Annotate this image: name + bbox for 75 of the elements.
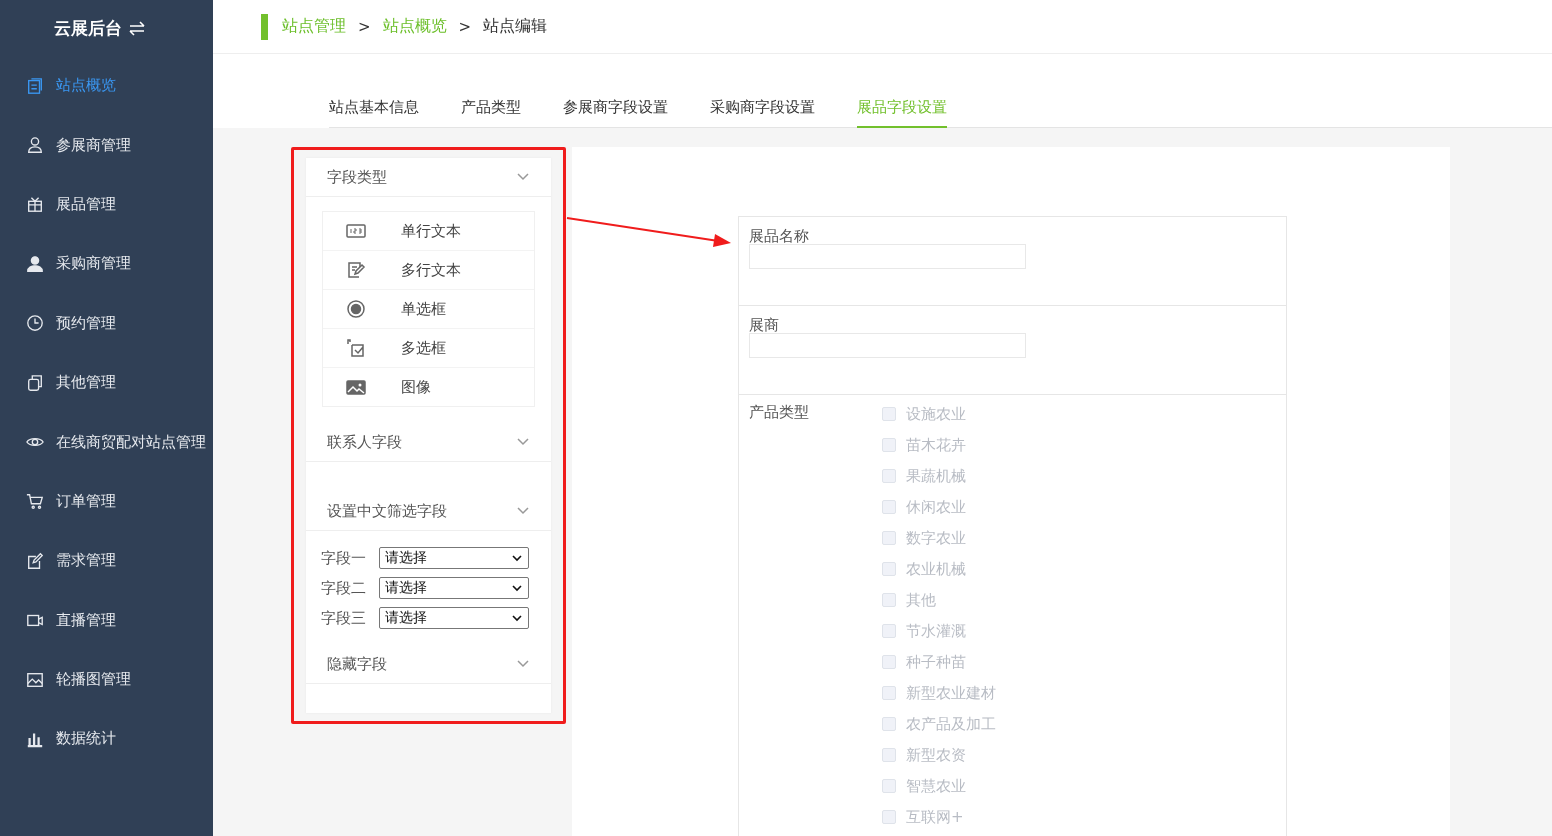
sidebar-item[interactable]: 直播管理	[0, 590, 213, 650]
breadcrumb-separator: >	[358, 17, 371, 36]
select-field[interactable]: 请选择	[379, 607, 529, 629]
cart-icon	[26, 492, 44, 511]
checkbox-label: 智慧农业	[906, 776, 966, 796]
accent-bar	[261, 13, 268, 40]
person-icon	[26, 254, 44, 273]
caret-icon	[512, 614, 522, 622]
field-type-item[interactable]: 单行文本	[323, 212, 534, 251]
tab[interactable]: 采购商字段设置	[710, 98, 815, 128]
checkbox-label: 其他	[906, 590, 936, 610]
filter-label: 字段一	[321, 548, 366, 568]
section-header[interactable]: 设置中文筛选字段	[306, 492, 551, 531]
chevron-down-icon	[517, 660, 529, 668]
tab[interactable]: 产品类型	[461, 98, 521, 128]
radio-icon	[345, 299, 367, 319]
person-icon	[26, 136, 44, 155]
section-header[interactable]: 字段类型	[306, 158, 551, 197]
sidebar-item[interactable]: 采购商管理	[0, 234, 213, 294]
select-field[interactable]: 请选择	[379, 577, 529, 599]
chevron-down-icon	[517, 507, 529, 515]
filter-label: 字段二	[321, 578, 366, 598]
chevron-down-icon	[517, 438, 529, 446]
sidebar-item[interactable]: 在线商贸配对站点管理	[0, 412, 213, 472]
checkbox-label: 节水灌溉	[906, 621, 966, 641]
sidebar-item[interactable]: 参展商管理	[0, 115, 213, 175]
checkbox-label: 新型农业建材	[906, 683, 996, 703]
app-title: 云展后台	[53, 16, 122, 40]
switch-arrows-icon[interactable]	[127, 20, 146, 36]
number-field-icon	[345, 221, 367, 241]
field-label: 展品名称	[749, 227, 810, 246]
checkbox-label: 种子种苗	[906, 652, 966, 672]
picture-icon	[26, 670, 44, 689]
field-type-item[interactable]: 单选框	[323, 290, 534, 329]
checkbox-label: 新型农资	[906, 745, 966, 765]
checkbox-label: 休闲农业	[906, 497, 966, 517]
checkbox-label: 果蔬机械	[906, 466, 966, 486]
note-pencil-icon	[345, 260, 367, 280]
breadcrumb-current: 站点编辑	[483, 16, 548, 37]
field-label: 展商	[749, 316, 780, 335]
sidebar-item[interactable]: 站点概览	[0, 56, 213, 116]
checkbox-label: 农产品及加工	[906, 714, 996, 734]
sidebar-item[interactable]: 其他管理	[0, 352, 213, 413]
field-type-item[interactable]: 多行文本	[323, 251, 534, 290]
checkbox-icon	[345, 338, 367, 358]
clock-icon	[26, 314, 44, 333]
section-header[interactable]: 联系人字段	[306, 423, 551, 462]
checkbox-label: 农业机械	[906, 559, 966, 579]
breadcrumb-separator: >	[458, 17, 472, 36]
tab[interactable]: 参展商字段设置	[563, 98, 668, 128]
caret-icon	[512, 584, 522, 592]
checkbox-label: 互联网+	[906, 807, 964, 827]
sidebar-item[interactable]: 轮播图管理	[0, 649, 213, 710]
select-field[interactable]: 请选择	[379, 547, 529, 569]
field-type-item[interactable]: 图像	[323, 368, 534, 406]
sidebar-item[interactable]: 预约管理	[0, 293, 213, 353]
chevron-down-icon	[517, 173, 529, 181]
tab[interactable]: 站点基本信息	[329, 98, 419, 128]
sidebar-item[interactable]: 需求管理	[0, 531, 213, 591]
checkbox-label: 设施农业	[906, 404, 966, 424]
section-header[interactable]: 隐藏字段	[306, 645, 551, 684]
gift-icon	[26, 195, 44, 214]
sidebar-item[interactable]: 订单管理	[0, 471, 213, 532]
filter-label: 字段三	[321, 608, 366, 628]
field-label: 产品类型	[749, 403, 810, 423]
sidebar-item[interactable]: 展品管理	[0, 174, 213, 235]
checkbox-label: 苗木花卉	[906, 435, 966, 455]
image-icon	[345, 377, 367, 397]
field-type-item[interactable]: 多选框	[323, 329, 534, 368]
sidebar-item[interactable]: 数据统计	[0, 709, 213, 769]
caret-icon	[512, 554, 522, 562]
edit-icon	[26, 551, 44, 570]
checkbox-label: 数字农业	[906, 528, 966, 548]
document-icon	[26, 76, 44, 95]
copy-icon	[26, 373, 44, 392]
